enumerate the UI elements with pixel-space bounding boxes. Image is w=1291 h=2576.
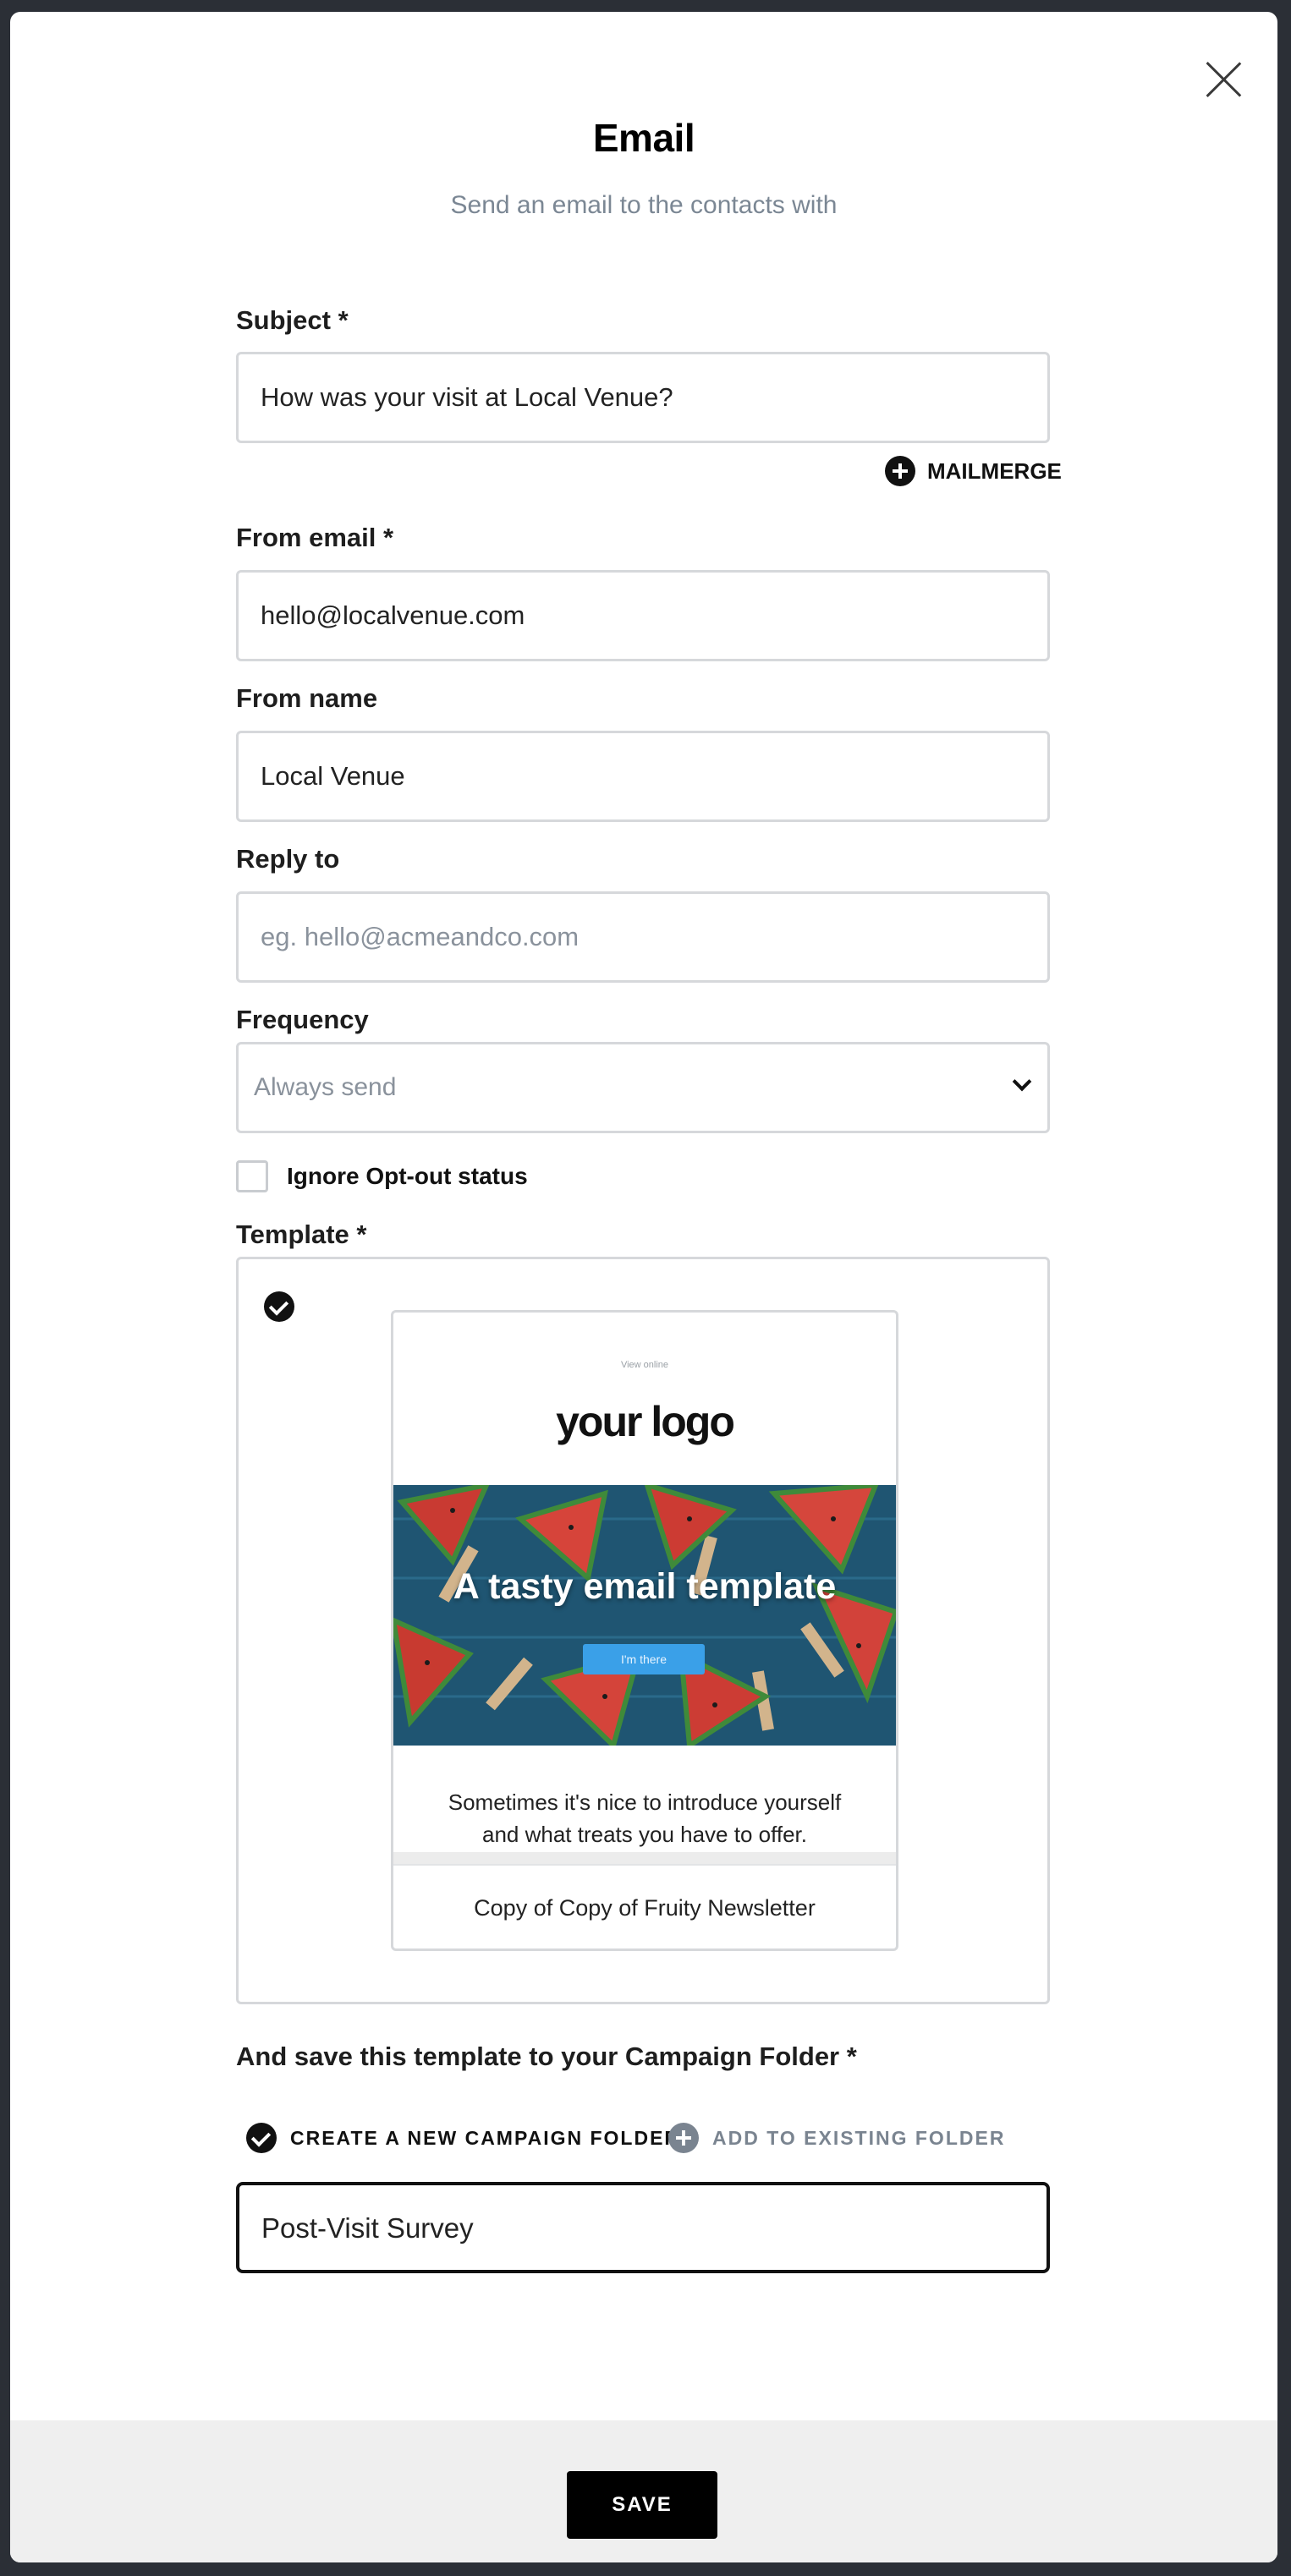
template-body-line-2: and what treats you have to offer. [482, 1822, 807, 1847]
chevron-down-icon [1012, 1072, 1032, 1092]
create-new-folder-label: CREATE A NEW CAMPAIGN FOLDER [290, 2126, 681, 2149]
watermelon-pattern [393, 1485, 896, 1746]
modal-subtitle: Send an email to the contacts with [450, 191, 838, 219]
template-logo: your logo [556, 1398, 735, 1445]
check-circle-icon [264, 1291, 294, 1322]
reply-to-input[interactable]: eg. hello@acmeandco.com [236, 891, 1050, 983]
template-hero-button: I'm there [583, 1644, 705, 1674]
subject-label: Subject * [236, 305, 349, 335]
close-icon[interactable] [1198, 54, 1249, 105]
template-label: Template * [236, 1219, 367, 1249]
from-name-input[interactable]: Local Venue [236, 731, 1050, 822]
frequency-select[interactable]: Always send [236, 1042, 1050, 1133]
folder-name-input[interactable]: Post-Visit Survey [236, 2182, 1050, 2273]
mailmerge-button[interactable]: MAILMERGE [885, 454, 1062, 488]
create-new-folder-option[interactable]: CREATE A NEW CAMPAIGN FOLDER [246, 2123, 680, 2153]
frequency-label: Frequency [236, 1005, 369, 1034]
from-email-input[interactable]: hello@localvenue.com [236, 570, 1050, 661]
template-card[interactable]: View online your logo A tasty email temp… [391, 1310, 898, 1951]
template-divider [393, 1852, 896, 1864]
plus-circle-icon [885, 456, 915, 486]
template-body-text: Sometimes it's nice to introduce yoursel… [393, 1786, 896, 1850]
frequency-value: Always send [254, 1073, 397, 1101]
template-hero-image: A tasty email template I'm there [393, 1485, 896, 1746]
template-name: Copy of Copy of Fruity Newsletter [393, 1864, 896, 1948]
mailmerge-label: MAILMERGE [927, 458, 1062, 484]
template-view-online: View online [620, 1360, 669, 1370]
campaign-folder-label: And save this template to your Campaign … [236, 2042, 857, 2071]
ignore-optout-checkbox[interactable] [236, 1160, 268, 1192]
check-circle-icon [246, 2123, 277, 2153]
email-modal: Email Send an email to the contacts with… [10, 12, 1277, 2562]
add-to-existing-folder-label: ADD TO EXISTING FOLDER [712, 2126, 1006, 2149]
from-name-label: From name [236, 683, 378, 713]
subject-input[interactable]: How was your visit at Local Venue? [236, 352, 1050, 443]
template-hero-title: A tasty email template [453, 1566, 837, 1607]
add-to-existing-folder-option[interactable]: ADD TO EXISTING FOLDER [668, 2123, 1005, 2153]
modal-footer: SAVE [10, 2420, 1277, 2562]
ignore-optout-row: Ignore Opt-out status [236, 1160, 528, 1192]
save-button[interactable]: SAVE [567, 2471, 717, 2539]
template-body-line-1: Sometimes it's nice to introduce yoursel… [448, 1789, 842, 1815]
plus-circle-icon [668, 2123, 699, 2153]
from-email-label: From email * [236, 523, 394, 552]
reply-to-label: Reply to [236, 844, 340, 874]
template-picker: View online your logo A tasty email temp… [236, 1257, 1050, 2004]
ignore-optout-label: Ignore Opt-out status [287, 1163, 528, 1189]
modal-title: Email [592, 116, 695, 160]
